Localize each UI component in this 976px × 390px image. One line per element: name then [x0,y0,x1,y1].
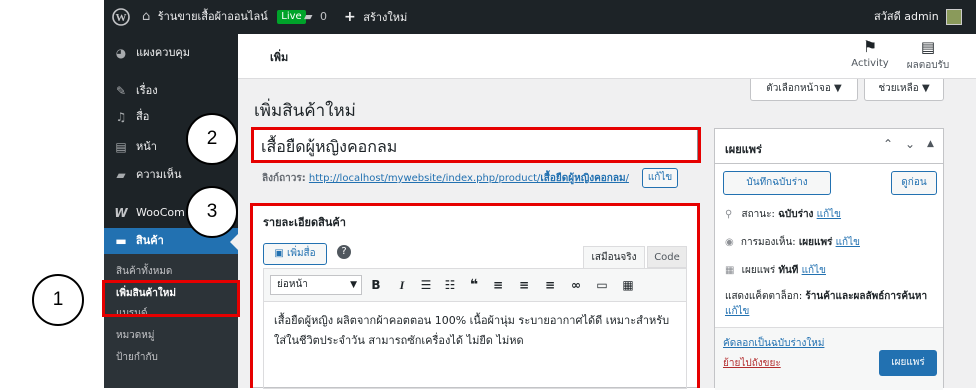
sidebar-item-dashboard[interactable]: ◕ แผงควบคุม [104,40,238,66]
comments-count: 0 [319,10,327,23]
visibility-value: เผยแพร่ [798,237,833,248]
sidebar-item-label: แผงควบคุม [136,46,191,59]
catalog-label: แสดงแค็ตตาล็อก: [725,291,803,302]
home-icon: ⌂ [142,9,151,24]
comments-link[interactable]: ▰ 0 [304,0,327,34]
annotation-circle-1: 1 [32,274,84,326]
permalink-row: ลิงก์ถาวร: http://localhost/mywebsite/in… [262,171,629,186]
calendar-icon: ▦ [725,265,735,276]
sidebar-item-label: เรื่อง [136,84,158,97]
page-title: เพิ่มสินค้าใหม่ [254,101,356,121]
comments-icon: ▰ [116,168,126,182]
svg-text:W: W [116,12,127,24]
visibility-row: ◉ การมองเห็น: เผยแพร่ แก้ไข [725,235,860,250]
avatar [946,9,963,25]
permalink-edit-button[interactable]: แก้ไข [642,168,678,188]
move-to-trash-link[interactable]: ย้ายไปถังขยะ [723,356,781,371]
preview-button[interactable]: ดูก่อน [891,171,937,195]
new-content-link[interactable]: + สร้างใหม่ [344,0,407,34]
eye-icon: ◉ [725,237,734,248]
woo-header: เพิ่ม ⚑ Activity ▤ ผลตอบรับ [238,34,976,79]
sidebar-item-label: สื่อ [136,110,150,123]
feedback-button[interactable]: ▤ ผลตอบรับ [902,36,954,73]
annotation-circle-3: 3 [186,186,238,238]
header-title: เพิ่ม [270,51,289,64]
plus-icon: + [344,9,356,25]
catalog-row: แสดงแค็ตตาล็อก: ร้านค้าและผลลัพธ์การค้นห… [725,289,935,319]
account-menu[interactable]: สวัสดี admin [874,0,963,34]
permalink-tail: / [625,173,629,184]
permalink-slug: เสื้อยืดผู้หญิงคอกลม [540,173,626,184]
products-submenu: สินค้าทั้งหมด เพิ่มสินค้าใหม่ แบรนด์ หมว… [104,254,238,388]
sidebar-item-label: หน้า [136,140,157,153]
key-icon: ⚲ [725,209,733,220]
schedule-edit-link[interactable]: แก้ไข [802,265,826,276]
permalink-link[interactable]: http://localhost/mywebsite/index.php/pro… [309,173,629,184]
new-label: สร้างใหม่ [363,11,408,24]
submenu-all-products[interactable]: สินค้าทั้งหมด [116,262,172,282]
move-down-icon[interactable]: ⌄ [905,137,915,151]
highlight-add-new-product [102,280,240,317]
status-row: ⚲ สถานะ: ฉบับร่าง แก้ไข [725,207,841,222]
help-button[interactable]: ช่วยเหลือ ▼ [864,79,944,101]
publish-button[interactable]: เผยแพร่ [879,350,937,376]
publish-actions: คัดลอกเป็นฉบับร่างใหม่ ย้ายไปถังขยะ เผยแ… [715,327,943,390]
permalink-base: http://localhost/mywebsite/index.php/pro… [308,173,541,184]
move-up-icon[interactable]: ⌃ [883,137,893,151]
feedback-icon: ▤ [920,38,936,56]
catalog-edit-link[interactable]: แก้ไข [725,306,749,317]
catalog-value: ร้านค้าและผลลัพธ์การค้นหา [805,291,928,302]
admin-bar: W ⌂ ร้านขายเสื้อผ้าออนไลน์ Live ▰ 0 + สร… [104,0,976,34]
active-menu-arrow [230,234,238,250]
publish-box-header: เผยแพร่ ⌃ ⌄ ▲ [715,129,943,164]
highlight-description-box [250,203,700,388]
submenu-categories[interactable]: หมวดหมู่ [116,326,154,346]
sidebar-item-posts[interactable]: ✎ เรื่อง [104,78,238,104]
wordpress-logo-icon[interactable]: W [112,0,130,34]
status-edit-link[interactable]: แก้ไข [817,209,841,220]
site-name-link[interactable]: ⌂ ร้านขายเสื้อผ้าออนไลน์ Live [142,0,306,34]
products-icon: ▬ [115,234,127,248]
sidebar-item-label: ความเห็น [136,168,182,181]
status-label: สถานะ: [741,209,775,220]
permalink-label: ลิงก์ถาวร: [262,173,306,184]
woocommerce-icon: W [114,206,128,220]
pages-icon: ▤ [115,140,127,154]
live-badge: Live [277,10,306,24]
save-draft-button[interactable]: บันทึกฉบับร่าง [723,171,831,195]
visibility-label: การมองเห็น: [740,237,796,248]
sidebar-item-label: สินค้า [136,234,164,247]
submenu-tags[interactable]: ป้ายกำกับ [116,348,158,368]
activity-label: Activity [851,58,889,69]
flag-icon: ⚑ [862,37,878,56]
pin-icon: ✎ [115,84,127,98]
sidebar-item-comments[interactable]: ▰ ความเห็น [104,162,238,188]
comment-icon: ▰ [304,10,313,23]
schedule-value: ทันที [778,265,799,276]
sidebar-item-label: WooCom [136,206,185,219]
copy-to-draft-link[interactable]: คัดลอกเป็นฉบับร่างใหม่ [723,336,824,351]
publish-heading: เผยแพร่ [725,143,762,156]
schedule-row: ▦ เผยแพร่ ทันที แก้ไข [725,263,826,278]
status-value: ฉบับร่าง [778,209,814,220]
visibility-edit-link[interactable]: แก้ไข [836,237,860,248]
greeting: สวัสดี admin [874,10,939,23]
publish-box: เผยแพร่ ⌃ ⌄ ▲ บันทึกฉบับร่าง ดูก่อน ⚲ สถ… [714,128,944,390]
media-icon: ♫ [115,110,127,124]
collapse-icon[interactable]: ▲ [927,139,934,149]
site-name: ร้านขายเสื้อผ้าออนไลน์ [157,10,268,23]
schedule-label: เผยแพร่ [741,265,776,276]
annotation-circle-2: 2 [186,113,238,165]
screen-options-button[interactable]: ตัวเลือกหน้าจอ ▼ [750,79,858,101]
feedback-label: ผลตอบรับ [906,60,950,71]
dashboard-icon: ◕ [115,46,127,60]
activity-button[interactable]: ⚑ Activity [846,36,894,69]
highlight-title-field [251,127,701,163]
